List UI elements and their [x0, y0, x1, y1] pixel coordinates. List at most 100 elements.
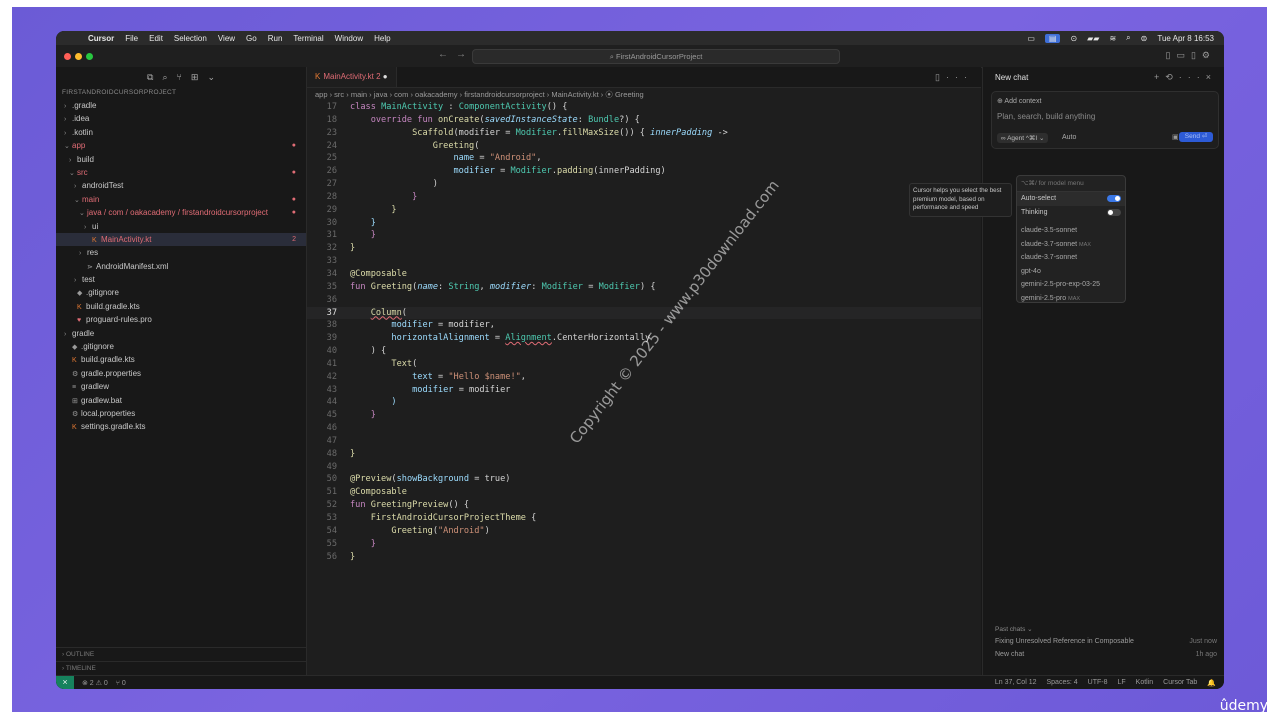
menu-terminal[interactable]: Terminal [293, 34, 323, 43]
command-center-search[interactable]: ⌕ FirstAndroidCursorProject [472, 49, 840, 64]
breadcrumb[interactable]: app › src › main › java › com › oakacade… [307, 88, 981, 101]
thinking-option[interactable]: Thinking [1017, 206, 1125, 220]
explorer-title: FIRSTANDROIDCURSORPROJECT [62, 89, 177, 96]
nav-back-forward-icon[interactable]: ←→ [438, 49, 474, 60]
code-view[interactable]: 17 class MainActivity : ComponentActivity… [307, 101, 981, 563]
image-attach-icon[interactable]: ▣ [1172, 133, 1179, 141]
line-ending[interactable]: LF [1117, 679, 1125, 687]
tree-item[interactable]: ⚙ local.properties [56, 407, 306, 420]
menu-selection[interactable]: Selection [174, 34, 207, 43]
past-chat-item[interactable]: New chat 1h ago [995, 651, 1217, 658]
model-selector[interactable]: Auto [1062, 134, 1076, 141]
tree-item[interactable]: K MainActivity.kt 2 [56, 232, 306, 247]
files-icon[interactable]: ⧉ [147, 72, 153, 83]
layout-toggle-icons[interactable]: ▯▭▯⚙ [1166, 50, 1216, 61]
model-option[interactable]: claude-3.7-sonnet MAX [1017, 238, 1125, 252]
thinking-toggle[interactable] [1107, 208, 1121, 216]
chat-header-actions-icons[interactable]: +⟲···× [1154, 72, 1217, 83]
menubar-clock[interactable]: Tue Apr 8 16:53 [1157, 34, 1214, 43]
tree-item[interactable]: Kbuild.gradle.kts [56, 353, 306, 366]
tree-item[interactable]: › .kotlin [56, 126, 306, 139]
language-mode[interactable]: Kotlin [1136, 679, 1154, 687]
menu-file[interactable]: File [125, 34, 138, 43]
tree-item[interactable]: › test [56, 273, 306, 286]
tree-item[interactable]: ⊞ gradlew.bat [56, 394, 306, 407]
model-option[interactable]: gpt-4o [1017, 265, 1125, 279]
menu-app-name[interactable]: Cursor [88, 34, 114, 43]
outline-section[interactable]: › OUTLINE [56, 647, 306, 661]
tab-mainactivity[interactable]: K MainActivity.kt 2 ● [307, 67, 397, 87]
problems-indicator[interactable]: ⊗ 2 ⚠ 0 [82, 679, 108, 687]
tree-item[interactable]: ≡ gradlew [56, 380, 306, 393]
maximize-window-button[interactable] [86, 52, 93, 60]
window-titlebar: ←→ ⌕ FirstAndroidCursorProject ▯▭▯⚙ [56, 45, 1224, 68]
ports-indicator[interactable]: ⑂ 0 [116, 680, 126, 687]
tree-item[interactable]: ⋗ AndroidManifest.xml [56, 260, 306, 273]
model-search-input[interactable]: ⌥⌘/ for model menu [1017, 176, 1125, 192]
tree-item[interactable]: ⌄ app ● [56, 139, 306, 152]
tree-item[interactable]: ◆ .gitignore [56, 340, 306, 353]
tree-item-label: androidTest [82, 181, 124, 191]
add-context-button[interactable]: ⊕ Add context [997, 97, 1041, 105]
menu-edit[interactable]: Edit [149, 34, 163, 43]
tree-item[interactable]: › res [56, 246, 306, 259]
close-window-button[interactable] [64, 52, 71, 60]
extensions-icon[interactable]: ⊞ [191, 72, 199, 83]
send-button[interactable]: Send ⏎ [1179, 132, 1213, 142]
timeline-section[interactable]: › TIMELINE [56, 661, 306, 675]
agent-mode-selector[interactable]: ∞ Agent ^⌘I ⌄ [997, 133, 1049, 143]
bell-icon[interactable]: 🔔 [1207, 679, 1216, 687]
encoding[interactable]: UTF-8 [1088, 679, 1108, 687]
tree-item[interactable]: ⌄ java / com / oakacademy / firstandroidc… [56, 206, 306, 219]
model-tooltip: Cursor helps you select the best premium… [909, 183, 1012, 217]
battery-icon[interactable]: ▰▰ [1087, 34, 1099, 43]
tree-item[interactable]: › .gradle [56, 99, 306, 112]
tree-item[interactable]: ⌄ src ● [56, 166, 306, 179]
chat-input[interactable]: Plan, search, build anything [997, 112, 1095, 121]
tree-item[interactable]: ◆ .gitignore [56, 286, 306, 299]
indentation[interactable]: Spaces: 4 [1047, 679, 1078, 687]
model-option[interactable]: gemini-2.5-pro MAX [1017, 292, 1125, 306]
spotlight-icon[interactable]: ⌕ [1126, 33, 1130, 43]
auto-select-option[interactable]: Auto-select [1017, 192, 1125, 206]
cursor-tab[interactable]: Cursor Tab [1163, 679, 1197, 687]
tree-item[interactable]: ⚙ gradle.properties [56, 367, 306, 380]
menu-view[interactable]: View [218, 34, 235, 43]
menu-window[interactable]: Window [335, 34, 363, 43]
code-line: 24 Greeting( [326, 140, 480, 151]
auto-select-toggle[interactable] [1107, 195, 1121, 202]
tree-item[interactable]: Ksettings.gradle.kts [56, 420, 306, 433]
model-option[interactable]: gemini-2.5-pro-exp-03-25 [1017, 278, 1125, 292]
menu-run[interactable]: Run [268, 34, 283, 43]
wifi-icon[interactable]: ≋ [1109, 34, 1116, 43]
menu-go[interactable]: Go [246, 34, 257, 43]
menu-help[interactable]: Help [374, 34, 390, 43]
tree-item[interactable]: ♥ proguard-rules.pro [56, 313, 306, 326]
chevron-down-icon[interactable]: ⌄ [207, 72, 215, 83]
file-type-icon: ≡ [72, 384, 77, 392]
tree-item[interactable]: › .idea [56, 112, 306, 125]
past-chat-item[interactable]: Fixing Unresolved Reference in Composabl… [995, 638, 1217, 645]
tree-item[interactable]: › gradle [56, 327, 306, 340]
model-option[interactable]: claude-3.7-sonnet [1017, 251, 1125, 265]
tree-item[interactable]: ⌄ main ● [56, 193, 306, 206]
unsaved-dot-icon[interactable]: ● [383, 72, 388, 81]
source-control-icon[interactable]: ⑂ [176, 72, 181, 82]
status-right: Ln 37, Col 12 Spaces: 4 UTF-8 LF Kotlin … [985, 679, 1216, 687]
editor-actions-icons[interactable]: ▯··· [935, 72, 973, 83]
model-option[interactable]: claude-3.5-sonnet [1017, 224, 1125, 238]
chat-composer[interactable]: ⊕ Add context Plan, search, build anythi… [991, 91, 1219, 149]
tree-item[interactable]: Kbuild.gradle.kts [56, 300, 306, 313]
past-chats-label[interactable]: Past chats ⌄ [995, 625, 1217, 633]
remote-indicator[interactable]: ⨯ [56, 676, 74, 689]
display-icon[interactable]: ▭ [1027, 34, 1035, 43]
play-icon[interactable]: ⊙ [1070, 34, 1077, 43]
tree-item[interactable]: › build [56, 153, 306, 166]
search-icon[interactable]: ⌕ [162, 72, 167, 83]
cursor-position[interactable]: Ln 37, Col 12 [995, 679, 1037, 687]
control-center-icon[interactable]: ⊜ [1141, 34, 1148, 43]
tree-item[interactable]: › androidTest [56, 179, 306, 192]
minimize-window-button[interactable] [75, 52, 82, 60]
screen-record-icon[interactable]: ▤ [1044, 33, 1061, 43]
tree-item[interactable]: › ui [56, 220, 306, 233]
